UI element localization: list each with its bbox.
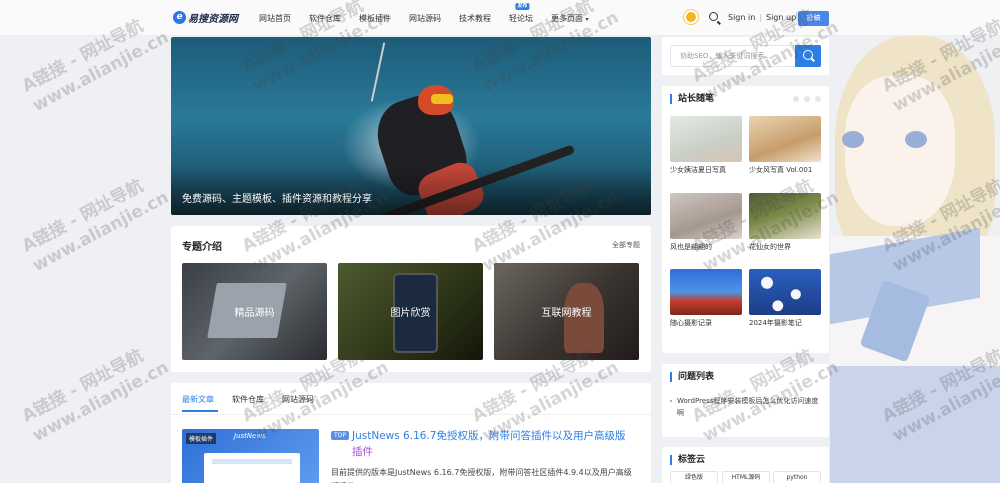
sidebar-photos-card: 站长随笔 少女姨洁夏日写真 少女风写真 Vol.001 风也是翩翩的 花仙女的世…	[662, 86, 829, 353]
photo-thumb[interactable]	[749, 193, 821, 239]
question-item[interactable]: WordPress程序安装模板后怎么优化访问速度啊	[670, 395, 820, 419]
topic-tile-label: 互联网教程	[541, 308, 592, 319]
watermark-line: A链接 - 网址导航	[18, 175, 147, 257]
tag-pill[interactable]: python	[773, 471, 821, 483]
tab-latest[interactable]: 最新文章	[182, 394, 214, 405]
nav-item-templates[interactable]: 模板插件	[359, 13, 391, 24]
topic-tile-label: 精品源码	[234, 308, 275, 319]
anime-mascot-image	[830, 36, 1000, 483]
tag-pill[interactable]: HTML源码	[722, 471, 770, 483]
signin-link[interactable]: Sign in	[728, 13, 755, 22]
watermark-line: www.alianjie.cn	[29, 187, 173, 276]
sidebar-search-input[interactable]: 协助SEO，输入关键词搜索...	[670, 45, 795, 67]
watermark-line: www.alianjie.cn	[29, 27, 173, 116]
articles-card: 最新文章 软件仓库 网站源码 模板插件 JustNews TOP JustNew…	[171, 383, 651, 483]
nav-item-more-label: 更多页面	[551, 14, 583, 23]
nav-new-badge: 发布	[515, 3, 530, 10]
photo-caption[interactable]: 花仙女的世界	[749, 242, 791, 252]
carousel-dots	[788, 96, 821, 102]
site-logo[interactable]: e 易搜资源网	[173, 10, 238, 25]
topic-tile-tutorials[interactable]: 互联网教程	[494, 263, 639, 360]
theme-toggle-sun-icon[interactable]	[686, 12, 696, 22]
sidebar-search-button[interactable]	[795, 45, 821, 67]
article-excerpt: 目前提供的版本是JustNews 6.16.7免授权版，附带问答社区插件4.9.…	[331, 468, 632, 483]
topic-tile-label: 图片欣赏	[390, 308, 431, 319]
sidebar-tags-title: 标签云	[670, 455, 705, 465]
tag-pill[interactable]: 绿色版	[670, 471, 718, 483]
photo-thumb[interactable]	[670, 193, 742, 239]
article-title-text: JustNews 6.16.7免授权版，附带问答插件以及用户高级版	[352, 430, 626, 442]
nav-item-forum[interactable]: 发布 轻论坛	[509, 3, 533, 24]
topics-title: 专题介绍	[182, 242, 222, 253]
watermark-line: A链接 - 网址导航	[18, 345, 147, 427]
nav-item-forum-label: 轻论坛	[509, 14, 533, 23]
photo-caption[interactable]: 2024年摄影笔记	[749, 318, 802, 328]
tab-source-code[interactable]: 网站源码	[282, 394, 314, 405]
photo-thumb[interactable]	[670, 116, 742, 162]
carousel-dot[interactable]	[793, 96, 799, 102]
article-title-tail: 插件	[352, 446, 373, 458]
auth-links: Sign in | Sign up	[728, 13, 796, 22]
logo-text: 易搜资源网	[188, 14, 238, 25]
nav-item-home[interactable]: 网站首页	[259, 13, 291, 24]
photo-caption[interactable]: 少女风写真 Vol.001	[749, 165, 812, 175]
sidebar-search-card: 协助SEO，输入关键词搜索...	[662, 37, 829, 75]
article-thumbnail[interactable]: 模板插件 JustNews	[182, 429, 319, 483]
article-category-tag[interactable]: 模板插件	[186, 433, 217, 444]
carousel-dot[interactable]	[804, 96, 810, 102]
photo-thumb[interactable]	[749, 269, 821, 315]
active-tab-indicator	[182, 410, 218, 412]
submit-post-button[interactable]: 投稿	[798, 11, 829, 26]
nav-item-more[interactable]: 更多页面 ▾	[551, 13, 589, 24]
nav-item-source-code[interactable]: 网站源码	[409, 13, 441, 24]
top-navigation-bar: e 易搜资源网 网站首页 软件仓库 模板插件 网站源码 技术教程 发布轻论坛 更…	[0, 0, 1000, 36]
sidebar-photos-title: 站长随笔	[670, 94, 714, 104]
article-tabs: 最新文章 软件仓库 网站源码	[182, 394, 332, 405]
auth-separator: |	[759, 13, 762, 22]
tab-software[interactable]: 软件仓库	[232, 394, 264, 405]
signup-link[interactable]: Sign up	[766, 13, 796, 22]
tab-divider	[171, 414, 651, 415]
sidebar-questions-title: 问题列表	[670, 372, 714, 382]
topic-tile-images[interactable]: 图片欣赏	[338, 263, 483, 360]
photo-caption[interactable]: 随心摄影记录	[670, 318, 712, 328]
watermark: A链接 - 网址导航 www.alianjie.cn	[19, 167, 173, 277]
article-title[interactable]: JustNews 6.16.7免授权版，附带问答插件以及用户高级版 插件	[352, 428, 642, 460]
topics-card: 专题介绍 全部专题 精品源码 图片欣赏 互联网教程	[171, 226, 651, 372]
chevron-down-icon: ▾	[585, 16, 589, 23]
sidebar-tags-card: 标签云 绿色版 HTML源码 python	[662, 447, 829, 483]
main-nav: 网站首页 软件仓库 模板插件 网站源码 技术教程 发布轻论坛 更多页面 ▾	[259, 3, 607, 24]
topic-tile-source-code[interactable]: 精品源码	[182, 263, 327, 360]
sidebar-questions-card: 问题列表 WordPress程序安装模板后怎么优化访问速度啊	[662, 364, 829, 437]
nav-item-software[interactable]: 软件仓库	[309, 13, 341, 24]
watermark-line: www.alianjie.cn	[29, 357, 173, 446]
photo-caption[interactable]: 风也是翩翩的	[670, 242, 712, 252]
hero-caption: 免费源码、主题模板、插件资源和教程分享	[182, 194, 372, 205]
watermark: A链接 - 网址导航 www.alianjie.cn	[19, 337, 173, 447]
nav-item-tutorials[interactable]: 技术教程	[459, 13, 491, 24]
all-topics-link[interactable]: 全部专题	[612, 240, 640, 250]
top-badge: TOP	[331, 431, 350, 440]
logo-icon: e	[173, 11, 186, 24]
photo-thumb[interactable]	[670, 269, 742, 315]
hero-banner[interactable]: 免费源码、主题模板、插件资源和教程分享	[171, 37, 651, 215]
photo-caption[interactable]: 少女姨洁夏日写真	[670, 165, 726, 175]
search-icon[interactable]	[709, 12, 718, 21]
photo-thumb[interactable]	[749, 116, 821, 162]
thumbnail-brand-text: JustNews	[234, 432, 266, 440]
carousel-dot[interactable]	[815, 96, 821, 102]
